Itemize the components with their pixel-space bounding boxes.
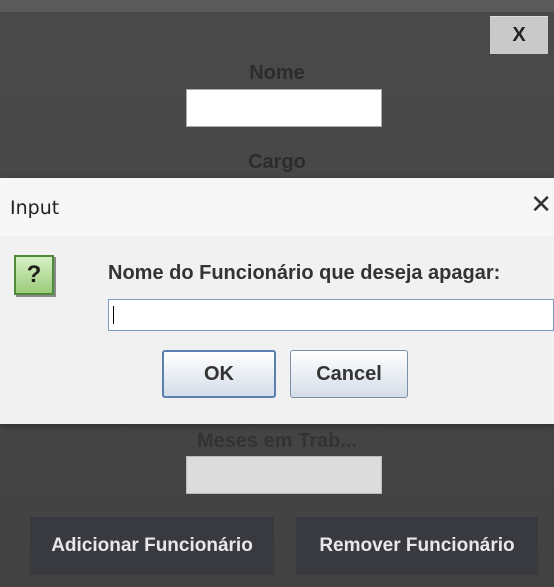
meses-label: Meses em Trab... [196, 430, 358, 452]
ok-button[interactable]: OK [162, 350, 276, 398]
text-caret [113, 306, 114, 324]
dialog-titlebar: Input ✕ [0, 178, 554, 236]
window-top-strip [0, 0, 554, 12]
nome-label: Nome [249, 62, 305, 84]
cargo-label: Cargo [248, 151, 306, 173]
meses-input[interactable] [186, 456, 382, 494]
remove-employee-button[interactable]: Remover Funcionário [296, 517, 538, 575]
nome-input[interactable] [186, 89, 382, 127]
input-dialog: Input ✕ ? Nome do Funcionário que deseja… [0, 178, 554, 424]
question-icon: ? [14, 255, 54, 295]
dialog-title: Input [10, 197, 60, 219]
employee-name-input[interactable] [108, 299, 554, 331]
cancel-button[interactable]: Cancel [290, 350, 408, 398]
dialog-prompt: Nome do Funcionário que deseja apagar: [108, 262, 501, 284]
add-employee-button[interactable]: Adicionar Funcionário [30, 517, 274, 575]
dialog-close-icon[interactable]: ✕ [530, 190, 552, 220]
close-button[interactable]: X [490, 16, 548, 54]
